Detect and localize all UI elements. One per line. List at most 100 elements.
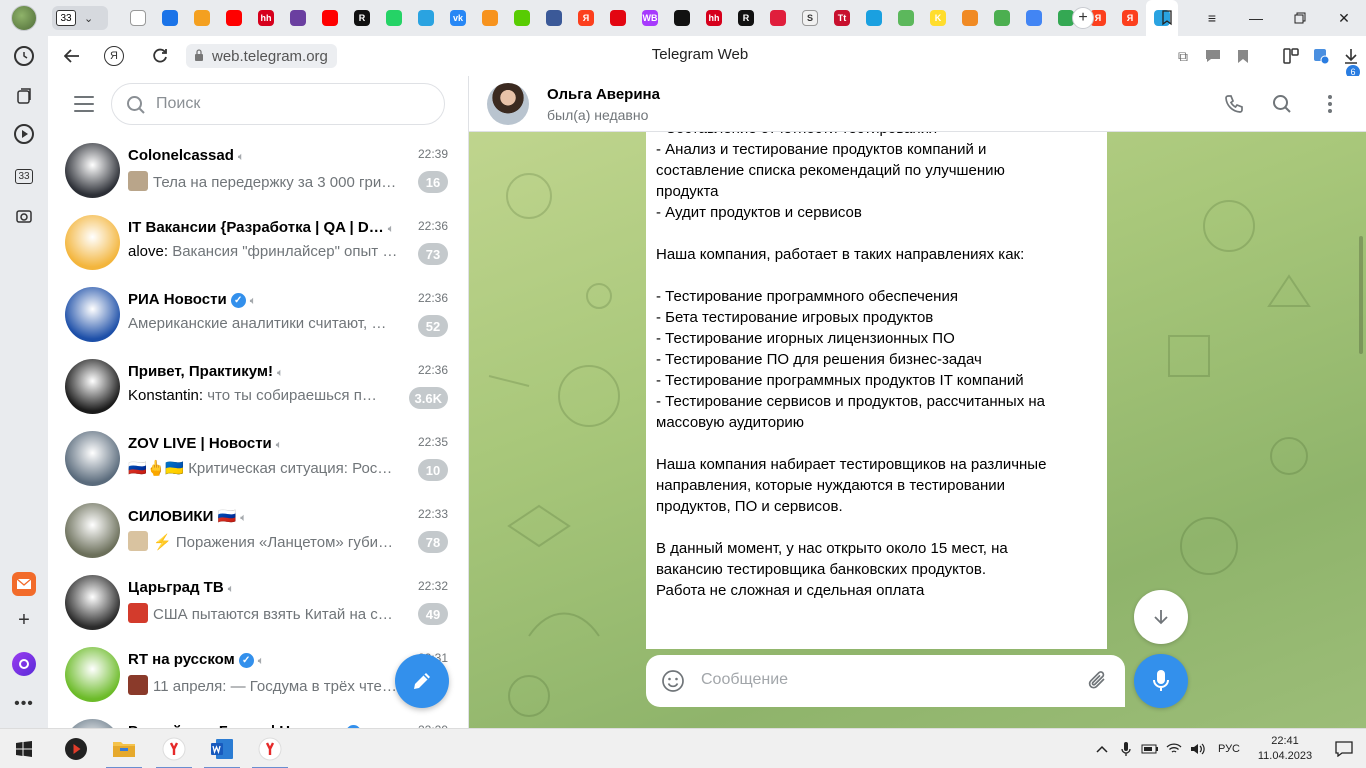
search-input[interactable]: Поиск	[111, 83, 445, 125]
alice-icon[interactable]	[12, 652, 36, 676]
wifi-icon[interactable]	[1162, 729, 1186, 768]
youtube-icon	[226, 10, 242, 26]
chat-list-item[interactable]: Российская Газета | Новости✓🔈︎22:29	[48, 711, 468, 728]
yandex-browser-icon	[258, 737, 282, 761]
bookmarks-icon[interactable]	[1146, 0, 1190, 36]
add-panel-icon[interactable]: +	[12, 608, 36, 632]
attach-icon[interactable]	[1086, 668, 1110, 694]
search-chat-icon[interactable]	[1270, 92, 1294, 116]
hamburger-menu-icon[interactable]	[74, 96, 94, 112]
pinned-tab[interactable]: S	[794, 0, 826, 36]
message-bubble[interactable]: - Выявление багов и поломок механик- Сбо…	[646, 76, 1107, 649]
message-line	[656, 433, 1087, 454]
more-vertical-icon[interactable]	[1318, 92, 1342, 116]
pinned-tab[interactable]	[410, 0, 442, 36]
pinned-tab[interactable]	[602, 0, 634, 36]
pinned-tab[interactable]	[314, 0, 346, 36]
pinned-tab[interactable]: K	[922, 0, 954, 36]
translate-icon[interactable]: ⧉	[1168, 41, 1198, 71]
pinned-tab[interactable]	[474, 0, 506, 36]
vk-icon: vk	[450, 10, 466, 26]
more-icon[interactable]: •••	[12, 692, 36, 716]
peer-avatar[interactable]	[487, 83, 529, 125]
pinned-tab[interactable]: Я	[570, 0, 602, 36]
battery-icon[interactable]	[1138, 729, 1162, 768]
new-tab-button[interactable]: +	[1072, 7, 1094, 29]
chat-scrollbar[interactable]	[1359, 236, 1363, 354]
chat-list-item[interactable]: СИЛОВИКИ 🇷🇺 🔈︎ 22:33 ⚡ Поражения «Ланцетом»…	[48, 495, 468, 567]
taskbar-yandex-browser[interactable]	[150, 729, 198, 768]
history-icon[interactable]	[14, 46, 34, 66]
pinned-tab[interactable]: WB	[634, 0, 666, 36]
pinned-tab[interactable]: R	[346, 0, 378, 36]
play-icon[interactable]	[14, 124, 34, 144]
maximize-button[interactable]	[1278, 0, 1322, 36]
new-message-button[interactable]	[395, 654, 449, 708]
chat-list-item[interactable]: ZOV LIVE | Новости 🔈︎ 22:35 🇷🇺🖕🇺🇦 Критическ…	[48, 423, 468, 495]
taskbar-yandex-browser-2[interactable]	[246, 729, 294, 768]
pinned-tab[interactable]	[122, 0, 154, 36]
close-window-button[interactable]: ✕	[1322, 0, 1366, 36]
collections-icon[interactable]	[12, 84, 36, 108]
pinned-tab[interactable]	[986, 0, 1018, 36]
mail-app-icon[interactable]	[12, 572, 36, 596]
extension-icon[interactable]	[1306, 41, 1336, 71]
tab-count-button[interactable]: 33 ⌄	[52, 6, 108, 30]
chat-list-item[interactable]: Colonelcassad 🔈︎ 22:39 Тела на передержку з…	[48, 135, 468, 207]
pinned-tab[interactable]	[378, 0, 410, 36]
clock[interactable]: 22:41 11.04.2023	[1248, 734, 1322, 764]
pinned-tab[interactable]	[218, 0, 250, 36]
chat-list-item[interactable]: РИА Новости ✓ 🔈︎ 22:36 Американские аналитик…	[48, 279, 468, 351]
scroll-down-button[interactable]	[1134, 590, 1188, 644]
chat-preview: США пытаются взять Китай на с…	[128, 603, 413, 623]
taskbar-media-app[interactable]	[52, 729, 100, 768]
taskbar-file-explorer[interactable]	[100, 729, 148, 768]
volume-icon[interactable]	[1186, 729, 1210, 768]
pinned-tab[interactable]	[666, 0, 698, 36]
pinned-tab[interactable]	[154, 0, 186, 36]
notifications-icon[interactable]	[1322, 729, 1366, 768]
input-language[interactable]: РУС	[1210, 743, 1248, 755]
pinned-tab[interactable]	[954, 0, 986, 36]
comment-icon[interactable]	[1198, 41, 1228, 71]
collections-button-icon[interactable]	[1276, 41, 1306, 71]
menu-icon[interactable]: ≡	[1190, 0, 1234, 36]
phone-icon[interactable]	[1222, 92, 1246, 116]
pinned-tab[interactable]	[762, 0, 794, 36]
voice-message-button[interactable]	[1134, 654, 1188, 708]
chevron-up-icon[interactable]	[1090, 729, 1114, 768]
minimize-button[interactable]: —	[1234, 0, 1278, 36]
chat-avatar	[65, 431, 120, 486]
chat-header[interactable]: Ольга Аверина был(а) недавно	[469, 76, 1366, 132]
pinned-tab[interactable]	[506, 0, 538, 36]
bookmark-icon[interactable]	[1228, 41, 1258, 71]
pinned-tab[interactable]: Tt	[826, 0, 858, 36]
pinned-tab[interactable]	[186, 0, 218, 36]
leaf-icon	[898, 10, 914, 26]
screenshot-icon[interactable]	[12, 204, 36, 228]
pinned-tab[interactable]	[538, 0, 570, 36]
message-input[interactable]: Сообщение	[701, 671, 788, 689]
chat-list-item[interactable]: IT Вакансии {Разработка | QA | D… 🔈︎ 22:36…	[48, 207, 468, 279]
yandex-icon: Я	[1122, 10, 1138, 26]
pinned-tab[interactable]: hh	[698, 0, 730, 36]
chat-list-item[interactable]: Царьград ТВ 🔈︎ 22:32 США пытаются взять Кит…	[48, 567, 468, 639]
pinned-tab[interactable]: Я	[1114, 0, 1146, 36]
emoji-icon[interactable]	[661, 669, 685, 693]
message-composer[interactable]: Сообщение	[646, 655, 1125, 707]
pinned-tab[interactable]	[1018, 0, 1050, 36]
pinned-tab[interactable]: R	[730, 0, 762, 36]
taskbar-word[interactable]	[198, 729, 246, 768]
pinned-tab[interactable]: hh	[250, 0, 282, 36]
start-button[interactable]	[0, 729, 48, 768]
muted-icon: 🔈︎	[387, 223, 395, 235]
downloads-icon[interactable]: 6	[1336, 41, 1366, 79]
pinned-tab[interactable]	[282, 0, 314, 36]
microphone-tray-icon[interactable]	[1114, 729, 1138, 768]
tabs-counter-icon[interactable]: 33	[12, 164, 36, 188]
pinned-tab[interactable]	[890, 0, 922, 36]
pinned-tab[interactable]: vk	[442, 0, 474, 36]
pinned-tab[interactable]	[858, 0, 890, 36]
chat-list-item[interactable]: Привет, Практикум! 🔈︎ 22:36 Konstantin: что…	[48, 351, 468, 423]
profile-avatar[interactable]	[11, 5, 37, 31]
